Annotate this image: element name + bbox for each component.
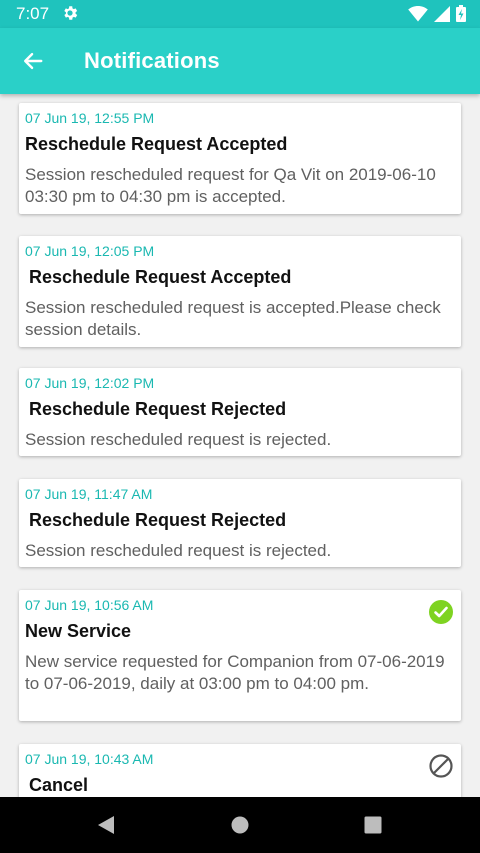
notification-title: Reschedule Request Accepted bbox=[29, 267, 292, 287]
notification-title: Cancel bbox=[29, 775, 89, 795]
notification-card[interactable]: 07 Jun 19, 12:05 PM Reschedule Request A… bbox=[19, 236, 461, 347]
app-bar: Notifications bbox=[0, 28, 480, 94]
system-nav-bar bbox=[0, 797, 480, 853]
signal-icon bbox=[434, 5, 450, 22]
cancel-circle-icon bbox=[429, 754, 453, 778]
wifi-icon bbox=[408, 5, 428, 21]
battery-charging-icon bbox=[456, 5, 466, 22]
recents-square-icon[interactable] bbox=[364, 816, 382, 834]
notification-card[interactable]: 07 Jun 19, 10:43 AM Cancel bbox=[19, 744, 461, 797]
notification-date: 07 Jun 19, 12:55 PM bbox=[25, 110, 155, 126]
notification-date: 07 Jun 19, 12:02 PM bbox=[25, 375, 155, 391]
page-title: Notifications bbox=[84, 48, 220, 73]
notification-list[interactable]: 07 Jun 19, 12:55 PM Reschedule Request A… bbox=[0, 94, 480, 797]
notification-card[interactable]: 07 Jun 19, 12:55 PM Reschedule Request A… bbox=[19, 103, 461, 214]
arrow-left-icon[interactable] bbox=[22, 50, 44, 72]
home-circle-icon[interactable] bbox=[231, 816, 249, 834]
notification-title: Reschedule Request Rejected bbox=[29, 399, 287, 419]
notification-message: Session rescheduled request for Qa Vit o… bbox=[25, 165, 436, 206]
notification-card[interactable]: 07 Jun 19, 12:02 PM Reschedule Request R… bbox=[19, 368, 461, 456]
notification-date: 07 Jun 19, 12:05 PM bbox=[25, 243, 155, 259]
check-circle-icon bbox=[429, 600, 453, 624]
notification-message: Session rescheduled request is rejected. bbox=[25, 430, 332, 449]
notification-card[interactable]: 07 Jun 19, 10:56 AM New Service New serv… bbox=[19, 590, 461, 721]
notification-title: Reschedule Request Rejected bbox=[29, 510, 287, 530]
notification-message: Session rescheduled request is accepted.… bbox=[25, 298, 441, 339]
notification-date: 07 Jun 19, 11:47 AM bbox=[25, 486, 153, 502]
status-bar: 7:07 bbox=[0, 0, 480, 28]
notification-title: Reschedule Request Accepted bbox=[25, 134, 288, 154]
notification-date: 07 Jun 19, 10:43 AM bbox=[25, 751, 154, 767]
notification-message: New service requested for Companion from… bbox=[25, 652, 445, 693]
status-time: 7:07 bbox=[16, 4, 50, 23]
notification-date: 07 Jun 19, 10:56 AM bbox=[25, 597, 154, 613]
settings-gear-icon bbox=[64, 6, 78, 20]
notification-title: New Service bbox=[25, 621, 132, 641]
back-triangle-icon[interactable] bbox=[97, 815, 115, 835]
notification-card[interactable]: 07 Jun 19, 11:47 AM Reschedule Request R… bbox=[19, 479, 461, 567]
notification-message: Session rescheduled request is rejected. bbox=[25, 541, 332, 560]
status-icons bbox=[408, 5, 466, 22]
